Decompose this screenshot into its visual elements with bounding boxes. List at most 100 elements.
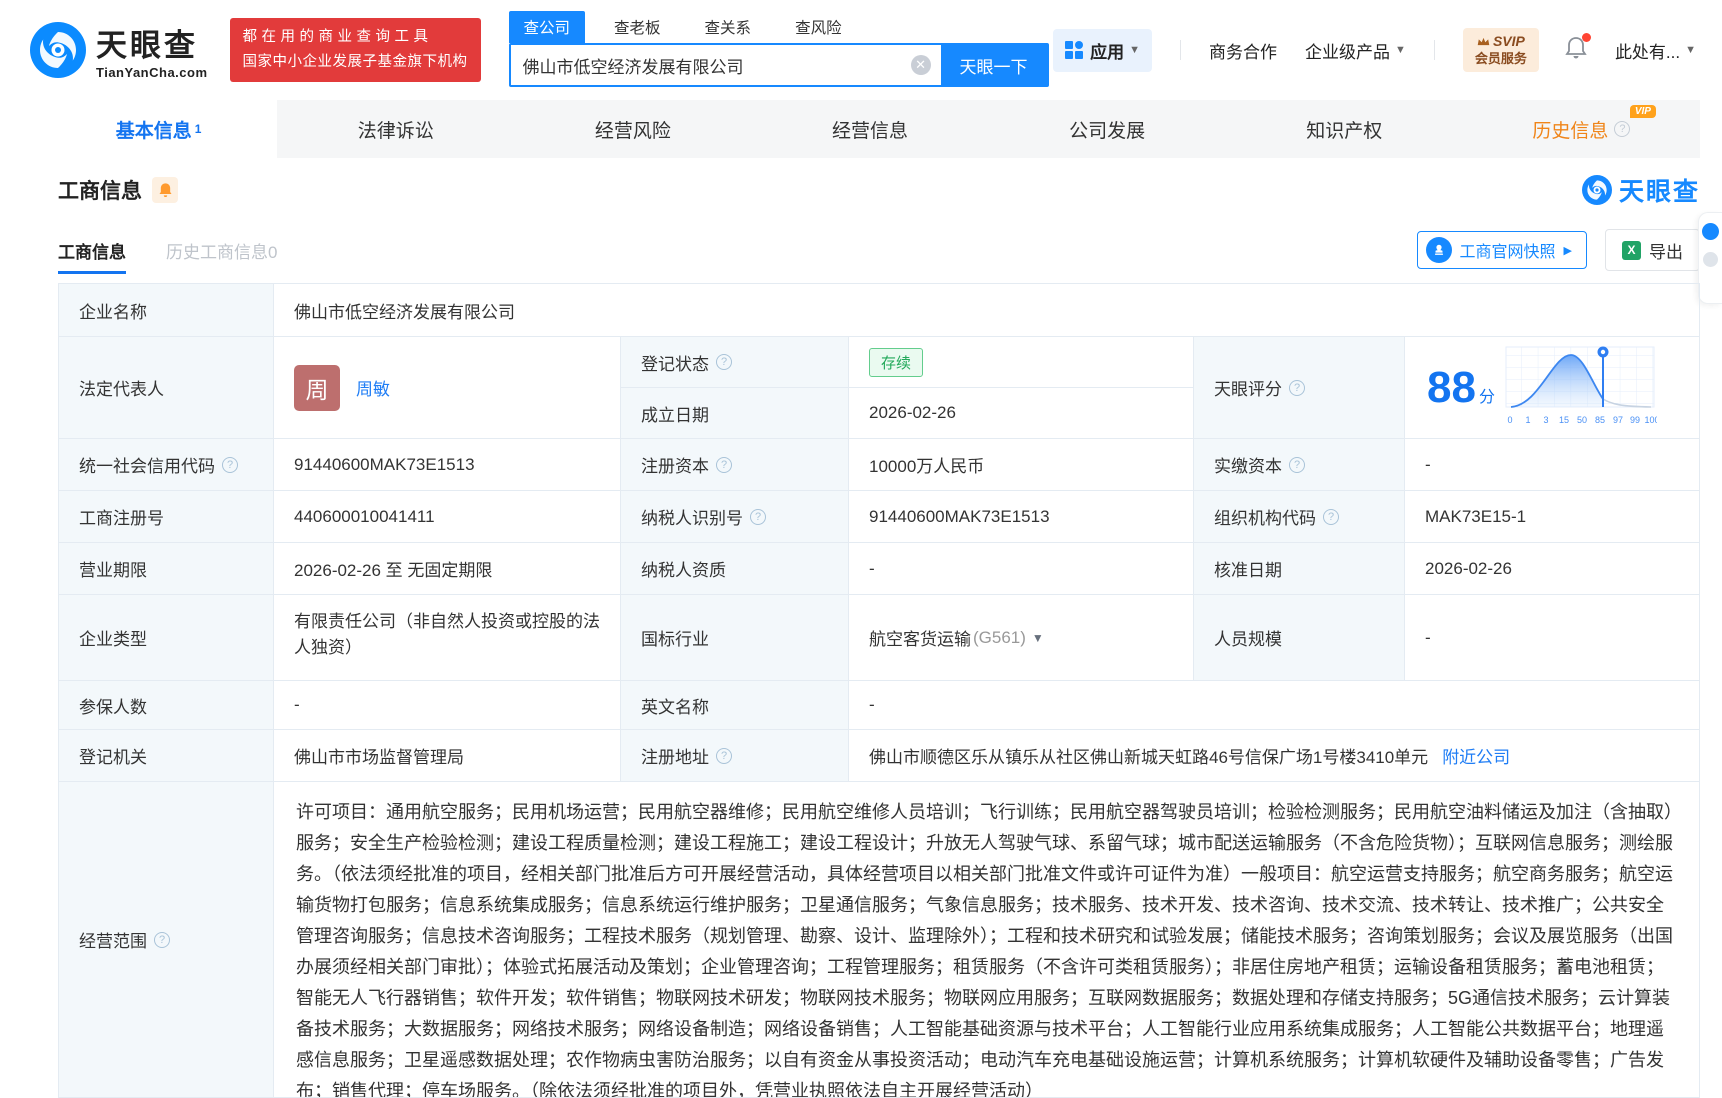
tab-operation-info[interactable]: 经营信息 xyxy=(751,100,988,158)
svip-sublabel: 会员服务 xyxy=(1474,51,1527,66)
help-icon[interactable]: ? xyxy=(750,508,766,525)
clear-search-icon[interactable]: ✕ xyxy=(910,55,931,75)
help-icon[interactable]: ? xyxy=(716,456,732,473)
company-tab-bar: 基本信息 1 法律诉讼 经营风险 经营信息 公司发展 知识产权 VIP 历史信息 … xyxy=(40,100,1700,158)
score-distribution-chart: 0 1 3 15 50 85 97 99 100 xyxy=(1505,346,1657,425)
snapshot-label: 工商官网快照 xyxy=(1459,244,1556,261)
monitor-bell-icon[interactable] xyxy=(152,177,178,203)
help-icon[interactable]: ? xyxy=(154,931,170,948)
industry-cell[interactable]: 航空客货运输 (G561) ▼ xyxy=(849,595,1194,680)
nav-cooperation[interactable]: 商务合作 xyxy=(1209,38,1277,63)
chevron-down-icon: ▼ xyxy=(1685,44,1696,56)
taxpayer-quality-value: - xyxy=(849,543,1194,594)
address-value: 佛山市顺德区乐从镇乐从社区佛山新城天虹路46号信保广场1号楼3410单元 xyxy=(869,748,1429,767)
score-axis-ticks: 0 1 3 15 50 85 97 99 100 xyxy=(1507,415,1657,425)
active-underline xyxy=(58,270,126,274)
search-tab-risk[interactable]: 查风险 xyxy=(780,11,857,43)
notification-bell-icon[interactable] xyxy=(1565,32,1591,65)
search-tab-company[interactable]: 查公司 xyxy=(508,11,586,43)
floating-toolbar[interactable] xyxy=(1698,212,1722,304)
official-snapshot-button[interactable]: 工商官网快照 ▶ xyxy=(1416,231,1587,269)
avatar[interactable]: 周 xyxy=(294,364,340,411)
company-name-label: 企业名称 xyxy=(59,284,274,336)
promo-line1: 都在用的商业查询工具 xyxy=(242,29,433,45)
export-button[interactable]: X 导出 xyxy=(1605,229,1700,271)
float-action-icon[interactable] xyxy=(1703,252,1718,267)
promo-banner: 都在用的商业查询工具 国家中小企业发展子基金旗下机构 xyxy=(229,18,481,82)
legal-rep-link[interactable]: 周敏 xyxy=(356,375,390,400)
watermark-logo: 天眼查 xyxy=(1581,172,1700,208)
apps-grid-icon xyxy=(1065,41,1084,59)
search-tab-relation[interactable]: 查关系 xyxy=(690,11,767,43)
taxpayer-id-value: 91440600MAK73E1513 xyxy=(849,491,1194,542)
business-term-label: 营业期限 xyxy=(59,543,274,594)
divider xyxy=(1433,40,1435,60)
help-icon[interactable]: ? xyxy=(716,354,732,370)
label-text: 经营范围 xyxy=(79,932,147,951)
staff-size-label: 人员规模 xyxy=(1194,595,1405,680)
tab-label: 历史信息 xyxy=(1532,120,1609,142)
top-header: 天眼查 TianYanCha.com 都在用的商业查询工具 国家中小企业发展子基… xyxy=(0,0,1722,100)
subtab-history-business-info[interactable]: 历史工商信息0 xyxy=(166,238,277,263)
tab-operation-risk[interactable]: 经营风险 xyxy=(514,100,751,158)
help-icon[interactable]: ? xyxy=(1289,379,1305,396)
tab-intellectual-property[interactable]: 知识产权 xyxy=(1226,100,1463,158)
score-cell[interactable]: 88 分 0 1 3 15 50 85 97 99 10 xyxy=(1405,337,1701,438)
credit-code-value: 91440600MAK73E1513 xyxy=(274,439,621,490)
svg-text:99: 99 xyxy=(1630,415,1640,425)
help-icon[interactable]: ? xyxy=(1323,508,1339,525)
notification-dot xyxy=(1581,32,1591,42)
label-text: 注册资本 xyxy=(641,457,709,476)
vip-badge: VIP xyxy=(1629,105,1656,118)
org-code-label: 组织机构代码 ? xyxy=(1194,491,1405,542)
business-scope-label: 经营范围 ? xyxy=(59,782,274,1097)
nav-enterprise-label: 企业级产品 xyxy=(1305,42,1391,62)
help-icon[interactable]: ? xyxy=(1289,456,1305,473)
search-button[interactable]: 天眼一下 xyxy=(940,45,1047,85)
score-label: 天眼评分 ? xyxy=(1194,337,1405,438)
nav-more[interactable]: 此处有... ▼ xyxy=(1615,38,1696,63)
svg-text:97: 97 xyxy=(1613,415,1623,425)
search-tab-boss[interactable]: 查老板 xyxy=(599,11,676,43)
reg-capital-value: 10000万人民币 xyxy=(849,439,1194,490)
nav-more-label: 此处有... xyxy=(1614,42,1681,62)
tab-history-info[interactable]: VIP 历史信息 ? xyxy=(1463,100,1700,158)
legal-rep-cell: 周 周敏 xyxy=(274,337,621,438)
float-action-icon[interactable] xyxy=(1702,223,1719,240)
svg-text:0: 0 xyxy=(1507,415,1512,425)
reg-number-label: 工商注册号 xyxy=(59,491,274,542)
subtab-business-info[interactable]: 工商信息 xyxy=(58,238,126,274)
help-icon[interactable]: ? xyxy=(222,456,238,473)
label-text: 实缴资本 xyxy=(1214,457,1282,476)
address-label: 注册地址 ? xyxy=(621,730,849,781)
arrow-right-icon: ▶ xyxy=(1563,244,1572,257)
table-row: 经营范围 ? 许可项目：通用航空服务；民用机场运营；民用航空器维修；民用航空维修… xyxy=(59,782,1699,1097)
taxpayer-id-label: 纳税人识别号 ? xyxy=(621,491,849,542)
tianyancha-eye-icon xyxy=(1581,175,1612,205)
apps-label: 应用 xyxy=(1090,42,1125,62)
excel-icon: X xyxy=(1622,240,1641,260)
tab-company-development[interactable]: 公司发展 xyxy=(989,100,1226,158)
tab-label: 经营信息 xyxy=(831,120,908,142)
tab-basic-info[interactable]: 基本信息 1 xyxy=(40,100,278,158)
reg-status-label: 登记状态 ? xyxy=(621,337,849,387)
chevron-down-icon[interactable]: ▼ xyxy=(1032,631,1044,645)
address-cell: 佛山市顺德区乐从镇乐从社区佛山新城天虹路46号信保广场1号楼3410单元 附近公… xyxy=(849,730,1701,781)
tianyancha-logo[interactable]: 天眼查 TianYanCha.com xyxy=(30,20,208,80)
apps-menu[interactable]: 应用 ▼ xyxy=(1053,28,1153,72)
nearby-companies-link[interactable]: 附近公司 xyxy=(1442,743,1510,768)
table-row: 企业名称 佛山市低空经济发展有限公司 xyxy=(59,284,1699,337)
stamp-icon xyxy=(1425,237,1452,263)
crown-icon xyxy=(1477,37,1490,46)
table-row: 统一社会信用代码 ? 91440600MAK73E1513 注册资本 ? 100… xyxy=(59,439,1699,491)
business-info-table: 企业名称 佛山市低空经济发展有限公司 法定代表人 周 周敏 登记状态 ? 存续 … xyxy=(58,283,1700,1098)
tab-legal[interactable]: 法律诉讼 xyxy=(277,100,514,158)
search-input[interactable] xyxy=(510,45,911,85)
reg-authority-value: 佛山市市场监督管理局 xyxy=(274,730,621,781)
svip-member-button[interactable]: SVIP 会员服务 xyxy=(1462,28,1539,72)
help-icon[interactable]: ? xyxy=(1614,121,1631,137)
tab-label: 知识产权 xyxy=(1306,120,1383,142)
tab-label: 法律诉讼 xyxy=(357,120,434,142)
nav-enterprise[interactable]: 企业级产品 ▼ xyxy=(1305,38,1406,63)
help-icon[interactable]: ? xyxy=(716,747,732,764)
